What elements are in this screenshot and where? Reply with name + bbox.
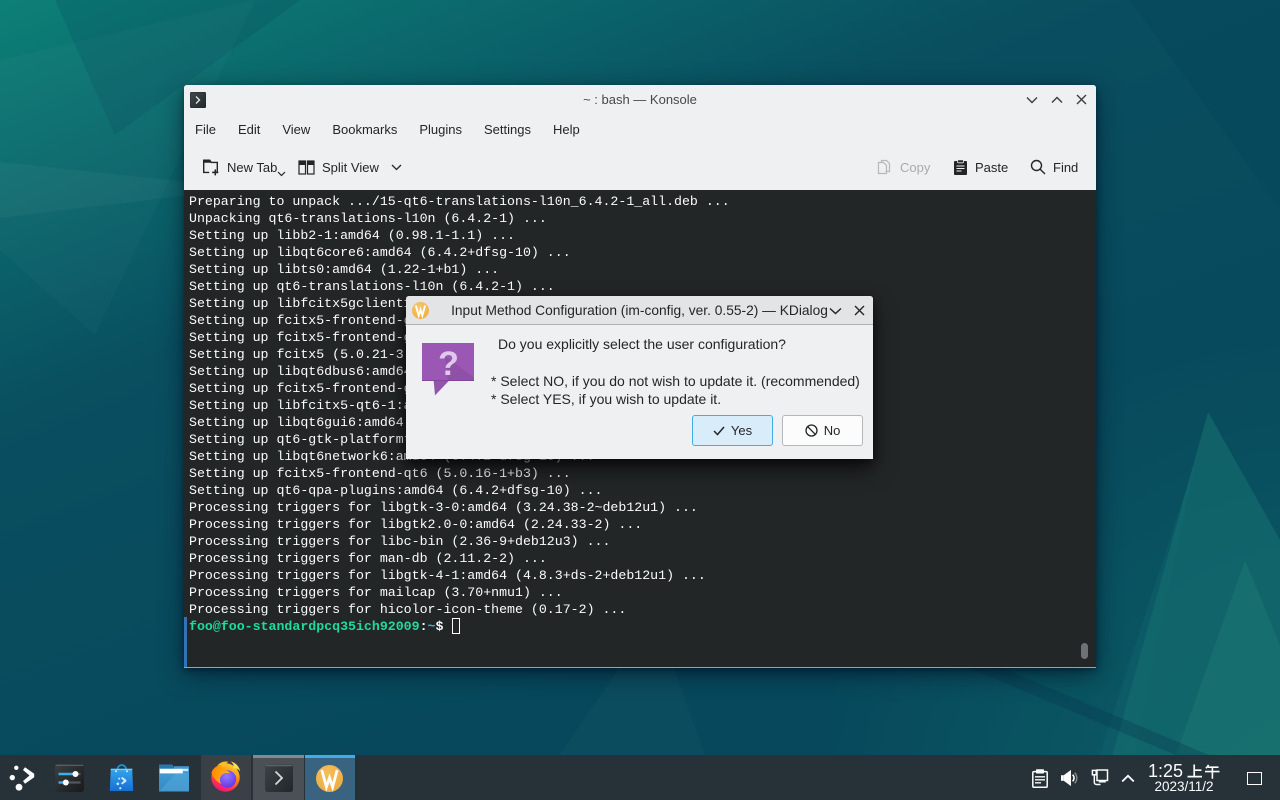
svg-text:?: ?: [438, 345, 459, 383]
